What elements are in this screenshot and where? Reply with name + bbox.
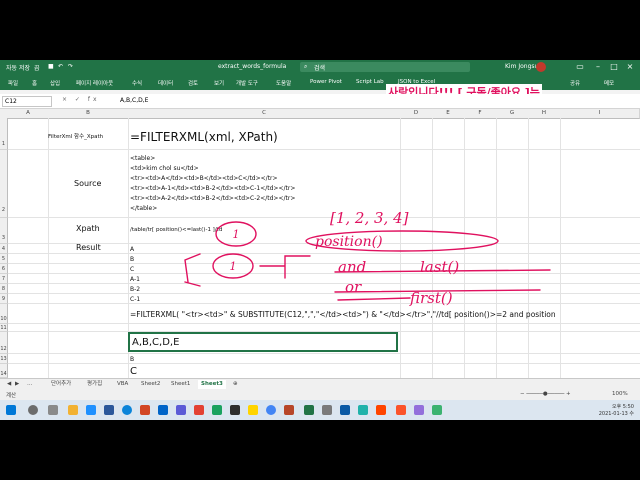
ink-connector [259,255,311,279]
sheet-tab[interactable]: 단어추가 [48,380,74,389]
start-icon[interactable] [6,405,16,415]
brave-icon[interactable] [396,405,406,415]
app-icon[interactable] [230,405,240,415]
sheet-tab[interactable]: VBA [114,380,131,389]
ink-first: first() [409,289,453,307]
ink-position: position() [315,234,383,250]
app-icon[interactable] [322,405,332,415]
task-view-icon[interactable] [48,405,58,415]
app-icon[interactable] [212,405,222,415]
word-icon[interactable] [104,405,114,415]
sheet-tab[interactable]: 평가집 [84,380,105,389]
more-sheets-icon[interactable]: … [24,380,36,389]
app-icon[interactable] [140,405,150,415]
file-explorer-icon[interactable] [68,405,78,415]
next-sheet-icon[interactable]: ▶ [12,380,22,389]
edge-icon[interactable] [122,405,132,415]
app-icon[interactable] [376,405,386,415]
clock-time: 오후 5:50 [611,404,634,410]
excel-window: 자동 저장 끔 ■ ↶ ↷ extract_words_formula ⌕ 검색… [0,60,640,420]
ink-or: or [345,278,362,296]
ink-circle-1: 1 [233,228,240,241]
search-icon[interactable] [28,405,38,415]
chrome-icon[interactable] [266,405,276,415]
ink-annotations: 1 1 [1, 2, 3, 4] position() and last() o… [184,209,551,307]
status-bar: 계산 − ─────●───── + 100% [0,389,640,400]
ink-and: and [338,258,366,276]
app-icon[interactable] [340,405,350,415]
app-icon[interactable] [358,405,368,415]
clock-date: 2021-01-13 수 [598,411,634,417]
app-icon[interactable] [158,405,168,415]
zoom-level[interactable]: 100% [612,391,628,397]
sheet-tab[interactable]: Sheet2 [138,380,163,389]
app-icon[interactable] [194,405,204,415]
powerpoint-icon[interactable] [284,405,294,415]
ink-bracket [184,253,201,287]
ink-underline [337,297,411,301]
app-icon[interactable] [176,405,186,415]
ink-top-numbers: [1, 2, 3, 4] [330,209,409,227]
sheet-tab[interactable]: Sheet1 [168,380,193,389]
excel-icon[interactable] [304,405,314,415]
app-icon[interactable] [414,405,424,415]
system-clock[interactable]: 오후 5:50 2021-01-13 수 [599,403,634,417]
taskbar: 오후 5:50 2021-01-13 수 [0,400,640,420]
status-ready: 계산 [6,393,17,399]
ink-last: last() [420,258,459,276]
ink-circle-2: 1 [230,260,237,273]
browser-icon[interactable] [86,405,96,415]
add-sheet-icon[interactable]: ⊕ [230,380,241,389]
app-icon[interactable] [432,405,442,415]
kakaotalk-icon[interactable] [248,405,258,415]
zoom-slider[interactable]: − ─────●───── + [520,391,571,397]
